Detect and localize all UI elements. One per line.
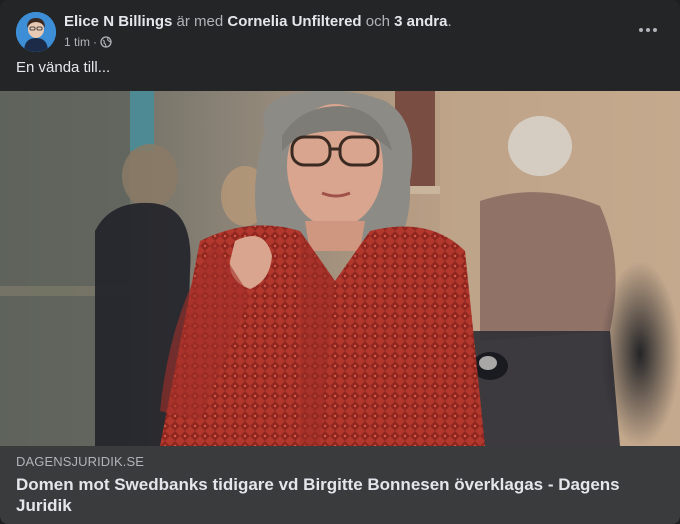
link-preview-image[interactable] xyxy=(0,91,680,446)
dot xyxy=(646,28,650,32)
link-domain: DAGENSJURIDIK.SE xyxy=(16,454,145,469)
post-attribution: Elice N Billings är med Cornelia Unfilte… xyxy=(64,12,624,32)
period-text: . xyxy=(447,13,452,30)
link-title[interactable]: Domen mot Swedbanks tidigare vd Birgitte… xyxy=(16,474,664,516)
feed-post: Elice N Billings är med Cornelia Unfilte… xyxy=(0,0,680,524)
link-preview[interactable]: DAGENSJURIDIK.SE Domen mot Swedbanks tid… xyxy=(0,446,680,524)
timestamp-link[interactable]: 1 tim xyxy=(64,34,90,50)
dot xyxy=(639,28,643,32)
dot xyxy=(653,28,657,32)
separator-dot: · xyxy=(93,35,98,49)
and-text: och xyxy=(365,13,390,30)
post-text: En vända till... xyxy=(16,59,111,76)
author-link[interactable]: Elice N Billings xyxy=(64,13,172,30)
post-subline: 1 tim · xyxy=(64,34,624,50)
post-header: Elice N Billings är med Cornelia Unfilte… xyxy=(16,12,664,54)
post-meta: Elice N Billings är med Cornelia Unfilte… xyxy=(64,12,624,50)
others-link[interactable]: 3 andra xyxy=(394,13,447,30)
avatar[interactable] xyxy=(16,12,56,52)
with-text: är med xyxy=(176,13,224,30)
tagged-person-link[interactable]: Cornelia Unfiltered xyxy=(227,13,361,30)
globe-icon[interactable] xyxy=(100,36,112,48)
ellipsis-icon[interactable] xyxy=(632,18,664,42)
